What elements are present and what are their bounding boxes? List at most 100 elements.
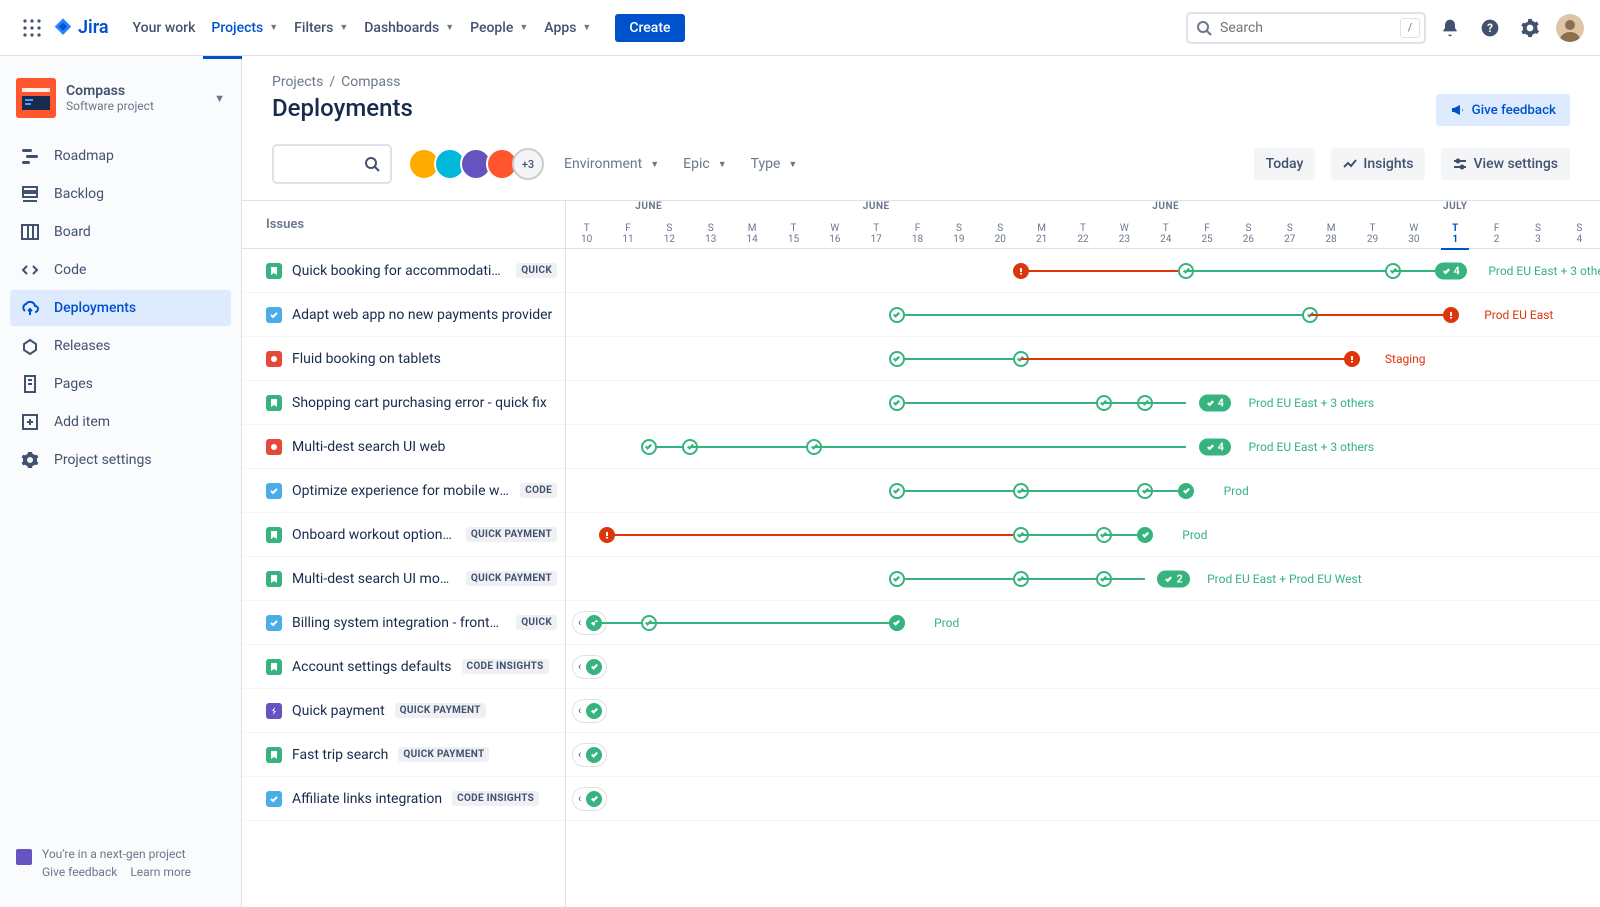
- user-avatar[interactable]: [1556, 14, 1584, 42]
- day-header[interactable]: T1: [1435, 219, 1476, 248]
- timeline-track[interactable]: 4Prod EU East + 3 others: [566, 381, 1600, 425]
- day-header[interactable]: S27: [1269, 219, 1310, 248]
- timeline-track[interactable]: 4 Prod EU East + 3 others: [566, 249, 1600, 293]
- deploy-marker-ok[interactable]: [889, 351, 905, 367]
- deploy-marker-solid[interactable]: [889, 615, 905, 631]
- issue-row[interactable]: Account settings defaultsCODE INSIGHTS: [242, 645, 565, 689]
- learn-more-link[interactable]: Learn more: [130, 865, 191, 879]
- nav-dashboards[interactable]: Dashboards▼: [356, 14, 462, 42]
- day-header[interactable]: S3: [1517, 219, 1558, 248]
- epic-tag[interactable]: QUICK: [516, 263, 557, 278]
- environment-label[interactable]: Prod EU East + 3 others: [1248, 440, 1374, 454]
- day-header[interactable]: T29: [1352, 219, 1393, 248]
- day-header[interactable]: F25: [1186, 219, 1227, 248]
- timeline-search[interactable]: [272, 144, 392, 184]
- day-header[interactable]: T17: [856, 219, 897, 248]
- timeline-track[interactable]: ‹Prod: [566, 601, 1600, 645]
- timeline-track[interactable]: Prod EU East: [566, 293, 1600, 337]
- epic-filter[interactable]: Epic▼: [679, 150, 730, 178]
- issue-row[interactable]: Fluid booking on tablets: [242, 337, 565, 381]
- environment-label[interactable]: Prod EU East + 3 others: [1488, 264, 1600, 278]
- sidebar-deployments[interactable]: Deployments: [10, 290, 231, 326]
- epic-tag[interactable]: QUICK PAYMENT: [466, 571, 557, 586]
- deploy-marker-solid[interactable]: [586, 659, 602, 675]
- deploy-marker-solid[interactable]: [1137, 527, 1153, 543]
- issue-row[interactable]: Quick paymentQUICK PAYMENT: [242, 689, 565, 733]
- chevron-left-icon[interactable]: ‹: [575, 660, 584, 673]
- day-header[interactable]: T10: [566, 219, 607, 248]
- day-header[interactable]: F18: [897, 219, 938, 248]
- deploy-marker-ok[interactable]: [889, 483, 905, 499]
- chevron-left-icon[interactable]: ‹: [575, 748, 584, 761]
- epic-tag[interactable]: QUICK: [516, 615, 557, 630]
- deploy-count-badge[interactable]: 4: [1435, 262, 1467, 279]
- collapsed-deploy-pill[interactable]: ‹: [572, 787, 607, 811]
- epic-tag[interactable]: CODE INSIGHTS: [452, 791, 539, 806]
- assignee-filter[interactable]: +3: [408, 148, 544, 180]
- collapsed-deploy-pill[interactable]: ‹: [572, 743, 607, 767]
- nav-people[interactable]: People▼: [462, 14, 536, 42]
- chevron-left-icon[interactable]: ‹: [575, 792, 584, 805]
- issue-row[interactable]: Multi-dest search UI mobilewebQUICK PAYM…: [242, 557, 565, 601]
- avatar-more[interactable]: +3: [512, 148, 544, 180]
- timeline-track[interactable]: ‹: [566, 645, 1600, 689]
- day-header[interactable]: F2: [1476, 219, 1517, 248]
- collapsed-deploy-pill[interactable]: ‹: [572, 699, 607, 723]
- sidebar-backlog[interactable]: Backlog: [10, 176, 231, 212]
- sidebar-releases[interactable]: Releases: [10, 328, 231, 364]
- issue-row[interactable]: Optimize experience for mobile webCODE: [242, 469, 565, 513]
- deploy-count-badge[interactable]: 4: [1199, 438, 1231, 455]
- environment-filter[interactable]: Environment▼: [560, 150, 663, 178]
- issue-row[interactable]: Affiliate links integrationCODE INSIGHTS: [242, 777, 565, 821]
- deploy-marker-solid[interactable]: [586, 703, 602, 719]
- sidebar-pages[interactable]: Pages: [10, 366, 231, 402]
- sidebar-add-item[interactable]: Add item: [10, 404, 231, 440]
- day-header[interactable]: W30: [1393, 219, 1434, 248]
- sidebar-code[interactable]: Code: [10, 252, 231, 288]
- issue-row[interactable]: Shopping cart purchasing error - quick f…: [242, 381, 565, 425]
- deploy-marker-ok[interactable]: [889, 395, 905, 411]
- environment-label[interactable]: Prod: [934, 616, 959, 630]
- timeline-track[interactable]: ‹: [566, 689, 1600, 733]
- environment-label[interactable]: Prod EU East + Prod EU West: [1207, 572, 1362, 586]
- search-input[interactable]: [1186, 12, 1426, 44]
- project-switcher[interactable]: Compass Software project ▼: [10, 74, 231, 122]
- help-icon[interactable]: ?: [1474, 12, 1506, 44]
- environment-label[interactable]: Prod: [1182, 528, 1207, 542]
- timeline-track[interactable]: ‹: [566, 777, 1600, 821]
- settings-icon[interactable]: [1514, 12, 1546, 44]
- day-header[interactable]: T24: [1145, 219, 1186, 248]
- environment-label[interactable]: Prod: [1224, 484, 1249, 498]
- day-header[interactable]: M28: [1310, 219, 1351, 248]
- epic-tag[interactable]: CODE: [520, 483, 557, 498]
- day-header[interactable]: T15: [773, 219, 814, 248]
- sidebar-board[interactable]: Board: [10, 214, 231, 250]
- sidebar-roadmap[interactable]: Roadmap: [10, 138, 231, 174]
- deploy-marker-solid[interactable]: [586, 791, 602, 807]
- nav-your-work[interactable]: Your work: [125, 14, 204, 42]
- deploy-marker-fail[interactable]: [1013, 263, 1029, 279]
- deploy-marker-solid[interactable]: [1178, 483, 1194, 499]
- collapsed-deploy-pill[interactable]: ‹: [572, 655, 607, 679]
- timeline-track[interactable]: 4 Prod EU East + 3 others: [566, 425, 1600, 469]
- issue-row[interactable]: Fast trip searchQUICK PAYMENT: [242, 733, 565, 777]
- deploy-marker-ok[interactable]: [889, 571, 905, 587]
- epic-tag[interactable]: QUICK PAYMENT: [466, 527, 557, 542]
- timeline-track[interactable]: Staging: [566, 337, 1600, 381]
- sidebar-project-settings[interactable]: Project settings: [10, 442, 231, 478]
- timeline-track[interactable]: ‹: [566, 733, 1600, 777]
- timeline-track[interactable]: Prod: [566, 469, 1600, 513]
- chevron-down-icon[interactable]: ▼: [214, 92, 225, 105]
- deploy-marker-fail[interactable]: [1443, 307, 1459, 323]
- day-header[interactable]: M14: [731, 219, 772, 248]
- day-header[interactable]: S4: [1559, 219, 1600, 248]
- nav-apps[interactable]: Apps▼: [536, 14, 599, 42]
- deploy-marker-ok[interactable]: [641, 439, 657, 455]
- day-header[interactable]: W23: [1104, 219, 1145, 248]
- today-button[interactable]: Today: [1254, 148, 1316, 180]
- day-header[interactable]: S13: [690, 219, 731, 248]
- epic-tag[interactable]: CODE INSIGHTS: [462, 659, 549, 674]
- issue-row[interactable]: Quick booking for accommodationsQUICK: [242, 249, 565, 293]
- deploy-marker-fail[interactable]: [599, 527, 615, 543]
- epic-tag[interactable]: QUICK PAYMENT: [395, 703, 486, 718]
